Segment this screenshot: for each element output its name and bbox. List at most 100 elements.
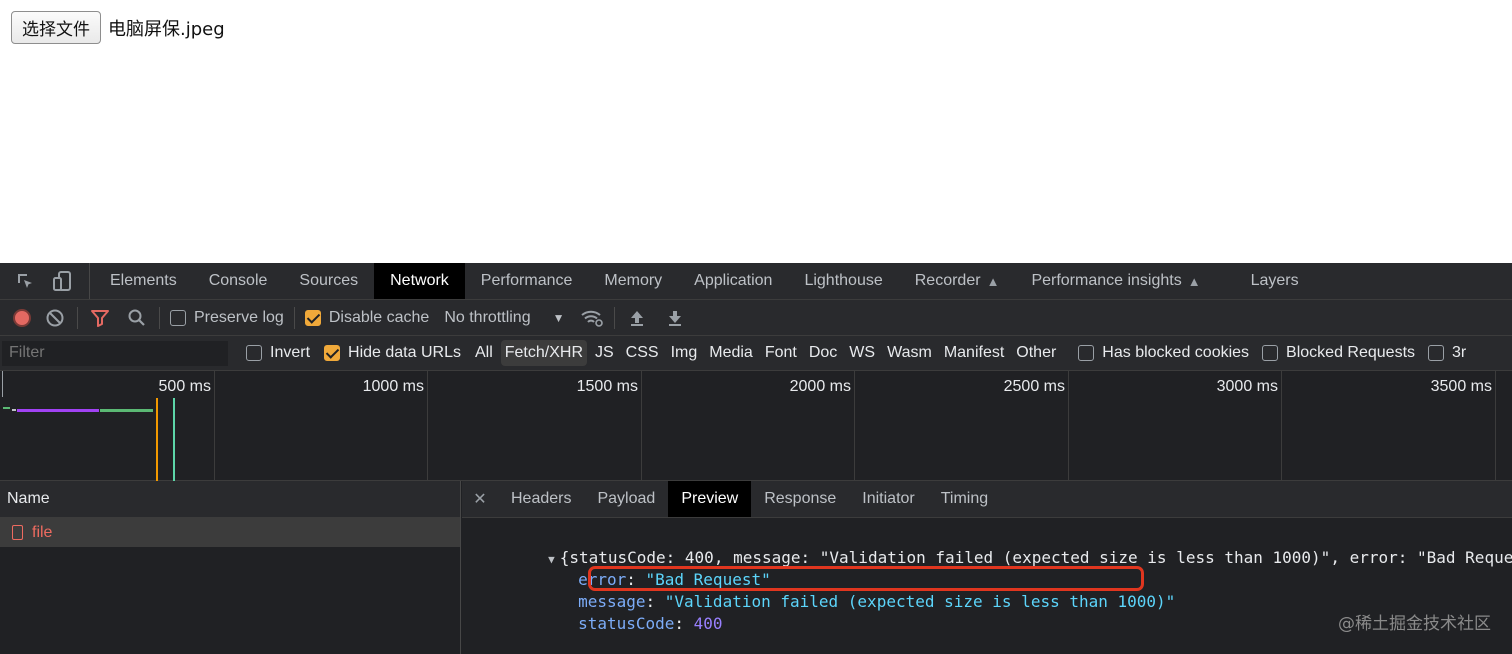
device-toolbar-icon[interactable]: [51, 269, 75, 293]
tab-elements[interactable]: Elements: [94, 263, 193, 299]
tab-label: Performance insights: [1031, 272, 1182, 289]
tab-payload[interactable]: Payload: [584, 481, 668, 517]
json-preview: ▼ {statusCode: 400, message: "Validation …: [462, 518, 1512, 633]
checkbox-box: [1428, 345, 1445, 361]
dom-content-loaded-marker: [156, 398, 158, 481]
tab-performance-insights[interactable]: Performance insights ▲: [1015, 263, 1216, 299]
tab-sources[interactable]: Sources: [283, 263, 374, 299]
request-row[interactable]: file: [0, 518, 460, 547]
blocked-requests-checkbox[interactable]: Blocked Requests: [1262, 344, 1415, 362]
json-colon: :: [645, 592, 665, 611]
devtools-tool-icons: [0, 263, 90, 299]
filter-type-wasm[interactable]: Wasm: [883, 340, 936, 366]
inspect-element-icon[interactable]: [13, 269, 37, 293]
tab-label: Recorder: [914, 272, 981, 289]
choose-file-button[interactable]: 选择文件: [11, 11, 101, 44]
filter-type-img[interactable]: Img: [667, 340, 702, 366]
timeline-gridline: [854, 371, 855, 481]
timeline-gridline: [427, 371, 428, 481]
timeline-gridline: [1068, 371, 1069, 481]
filter-type-font[interactable]: Font: [761, 340, 801, 366]
clear-icon[interactable]: [43, 306, 67, 330]
filter-type-all[interactable]: All: [471, 340, 497, 366]
file-upload-row: 选择文件 电脑屏保.jpeg: [11, 11, 225, 44]
expand-triangle-icon[interactable]: ▼: [548, 549, 555, 571]
throttling-select[interactable]: No throttling ▼: [444, 309, 564, 327]
flask-icon: ▲: [986, 273, 1000, 289]
tab-memory[interactable]: Memory: [588, 263, 678, 299]
checkbox-box: [1262, 345, 1279, 361]
network-overview-timeline[interactable]: 500 ms 1000 ms 1500 ms 2000 ms 2500 ms 3…: [0, 371, 1512, 481]
load-event-marker: [173, 398, 175, 481]
name-column-header[interactable]: Name: [0, 481, 460, 518]
tab-headers[interactable]: Headers: [498, 481, 584, 517]
search-icon[interactable]: [125, 306, 149, 330]
toolbar-divider: [293, 306, 295, 329]
timeline-gridline: [214, 371, 215, 481]
timeline-tick-label: 3500 ms: [1430, 378, 1492, 395]
invert-label: Invert: [270, 344, 311, 361]
file-icon: [12, 525, 23, 540]
disable-cache-checkbox[interactable]: Disable cache: [304, 309, 429, 327]
tab-console[interactable]: Console: [193, 263, 284, 299]
hide-data-urls-checkbox[interactable]: Hide data URLs: [324, 344, 461, 362]
tab-lighthouse[interactable]: Lighthouse: [788, 263, 898, 299]
watermark: @稀土掘金技术社区: [1338, 614, 1491, 634]
import-har-icon[interactable]: [625, 306, 649, 330]
filter-input[interactable]: [2, 340, 228, 366]
invert-checkbox[interactable]: Invert: [246, 344, 310, 362]
request-name: file: [32, 523, 53, 541]
tab-timing[interactable]: Timing: [928, 481, 1001, 517]
timeline-tick-label: 2500 ms: [1003, 378, 1065, 395]
network-toolbar: Preserve log Disable cache No throttling…: [0, 300, 1512, 336]
filter-icon[interactable]: [88, 306, 112, 330]
detail-tab-bar: ✕ Headers Payload Preview Response Initi…: [462, 481, 1512, 518]
tab-network[interactable]: Network: [374, 263, 465, 299]
flask-icon: ▲: [1187, 273, 1201, 289]
throttling-value: No throttling: [444, 308, 531, 326]
tab-layers[interactable]: Layers: [1235, 263, 1315, 299]
record-button[interactable]: [13, 308, 31, 327]
highlight-annotation-box: [588, 566, 1144, 591]
preserve-log-checkbox[interactable]: Preserve log: [170, 309, 284, 327]
checkbox-box: [246, 345, 262, 361]
third-party-checkbox[interactable]: 3r: [1428, 344, 1466, 362]
timeline-bar-segment: [12, 409, 16, 411]
tab-performance[interactable]: Performance: [465, 263, 589, 299]
filter-type-ws[interactable]: WS: [845, 340, 879, 366]
tab-application[interactable]: Application: [678, 263, 788, 299]
checkbox-box-checked: [324, 345, 341, 361]
filter-type-manifest[interactable]: Manifest: [940, 340, 1008, 366]
tab-label: Sources: [299, 272, 359, 289]
tab-response[interactable]: Response: [751, 481, 849, 517]
json-summary-text: {statusCode: 400, message: "Validation f…: [559, 548, 1512, 567]
filter-type-fetch-xhr[interactable]: Fetch/XHR: [500, 340, 587, 366]
filter-type-other[interactable]: Other: [1012, 340, 1060, 366]
tab-initiator[interactable]: Initiator: [849, 481, 927, 517]
checkbox-box-checked: [304, 309, 321, 326]
toolbar-divider: [159, 306, 160, 329]
timeline-start-marker: [2, 371, 3, 397]
tab-label: Elements: [110, 272, 177, 289]
has-blocked-cookies-label: Has blocked cookies: [1102, 344, 1250, 361]
network-conditions-icon[interactable]: [580, 306, 604, 330]
json-object-summary[interactable]: ▼ {statusCode: 400, message: "Validation …: [462, 525, 1512, 567]
request-list: Name file: [0, 481, 461, 654]
has-blocked-cookies-checkbox[interactable]: Has blocked cookies: [1078, 344, 1249, 362]
devtools-tab-bar: Elements Console Sources Network Perform…: [0, 263, 1512, 300]
export-har-icon[interactable]: [663, 306, 687, 330]
tab-preview[interactable]: Preview: [668, 481, 752, 517]
chevron-down-icon: ▼: [552, 310, 565, 325]
tab-recorder[interactable]: Recorder ▲: [899, 263, 1016, 299]
close-icon[interactable]: ✕: [462, 489, 498, 509]
filter-type-media[interactable]: Media: [705, 340, 757, 366]
name-column-label: Name: [7, 490, 50, 507]
toolbar-divider: [77, 306, 78, 329]
json-colon: :: [674, 614, 694, 633]
filter-type-css[interactable]: CSS: [622, 340, 663, 366]
tab-label: Performance: [480, 272, 573, 289]
filter-type-js[interactable]: JS: [591, 340, 618, 366]
tab-label: Lighthouse: [804, 272, 883, 289]
json-key: statusCode: [578, 614, 675, 633]
filter-type-doc[interactable]: Doc: [805, 340, 841, 366]
